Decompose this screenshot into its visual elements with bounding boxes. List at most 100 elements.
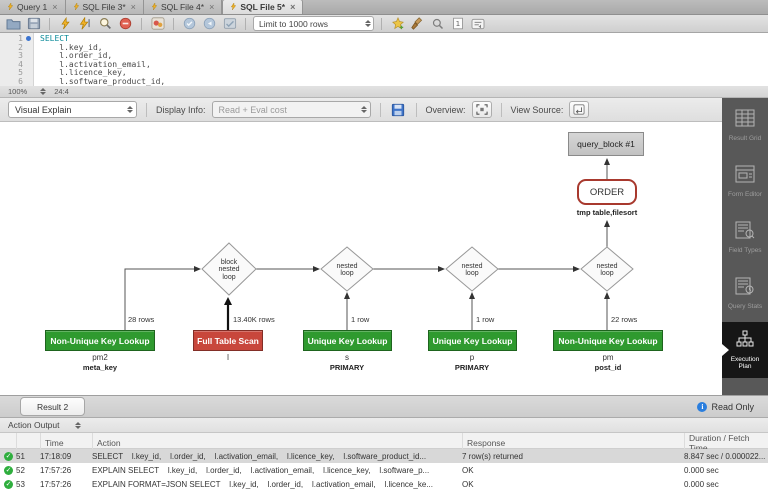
overview-button[interactable] (472, 101, 492, 118)
editor-tab[interactable]: Query 1 × (0, 0, 66, 14)
table-access-node[interactable]: Non-Unique Key Lookup (45, 330, 155, 351)
action-output-row[interactable]: ✓5117:18:09SELECT l.key_id, l.order_id, … (0, 449, 768, 463)
toggle-stop-on-error-icon[interactable] (149, 16, 166, 31)
row-time: 17:57:26 (40, 480, 92, 489)
line-number: 4 (0, 60, 33, 69)
breakpoint-marker-icon[interactable] (26, 36, 31, 41)
explain-icon[interactable] (97, 16, 114, 31)
index-name-label: post_id (563, 363, 653, 372)
action-output-rows: ✓5117:18:09SELECT l.key_id, l.order_id, … (0, 449, 768, 492)
sidebar-item-field-types[interactable]: Field Types (722, 210, 768, 266)
editor-code-area[interactable]: SELECT l.key_id, l.order_id, l.activatio… (34, 33, 165, 86)
display-info-select[interactable]: Read + Eval cost (212, 101, 371, 118)
nested-loop-node[interactable]: nested loop (321, 258, 373, 282)
editor-zoom-level[interactable]: 100% (8, 87, 27, 96)
active-panel-notch (722, 344, 729, 356)
explain-mode-select[interactable]: Visual Explain (8, 101, 137, 118)
sidebar-item-result-grid[interactable]: Result Grid (722, 98, 768, 154)
limit-rows-select[interactable]: Limit to 1000 rows (253, 16, 374, 31)
zoom-stepper-icon[interactable] (40, 88, 46, 95)
lightning-icon (230, 2, 237, 13)
editor-tab[interactable]: SQL File 4*× (144, 0, 222, 14)
explain-diagram-canvas[interactable]: query_block #1 ORDER tmp table,filesort … (0, 122, 722, 395)
form-editor-icon (735, 165, 755, 188)
editor-tab-label: SQL File 3* (83, 2, 126, 12)
sidebar-item-label: Query Stats (725, 303, 765, 311)
clean-icon[interactable] (409, 16, 426, 31)
rollback-icon[interactable] (201, 16, 218, 31)
nested-loop-node[interactable]: nested loop (581, 258, 633, 282)
query-block-label: query_block #1 (577, 139, 635, 149)
table-alias-label: l (188, 353, 268, 362)
autocommit-icon[interactable] (221, 16, 238, 31)
sidebar-item-query-stats[interactable]: Query Stats (722, 266, 768, 322)
save-explain-icon[interactable] (390, 102, 407, 117)
table-access-node[interactable]: Non-Unique Key Lookup (553, 330, 663, 351)
success-check-icon: ✓ (4, 480, 13, 489)
find-icon[interactable] (429, 16, 446, 31)
row-action: EXPLAIN SELECT l.key_id, l.order_id, l.a… (92, 466, 462, 475)
query-stats-icon (735, 277, 755, 300)
close-tab-icon[interactable]: × (52, 2, 57, 12)
main-toolbar: Limit to 1000 rows 1 (0, 15, 768, 33)
row-id: 51 (16, 452, 40, 461)
save-icon[interactable] (25, 16, 42, 31)
wrap-text-icon[interactable] (469, 16, 486, 31)
action-output-row[interactable]: ✓5317:57:26EXPLAIN FORMAT=JSON SELECT l.… (0, 477, 768, 491)
editor-tab-label: Query 1 (17, 2, 47, 12)
row-action: SELECT l.key_id, l.order_id, l.activatio… (92, 452, 462, 461)
index-name-label: PRIMARY (302, 363, 392, 372)
table-access-node[interactable]: Full Table Scan (193, 330, 263, 351)
svg-text:1: 1 (455, 19, 460, 28)
sidebar-item-label: Form Editor (725, 191, 765, 199)
display-info-label: Display Info: (156, 105, 206, 115)
action-output-row[interactable]: ✓5217:57:26EXPLAIN SELECT l.key_id, l.or… (0, 463, 768, 477)
table-alias-label: s (307, 353, 387, 362)
sql-editor[interactable]: 123456 SELECT l.key_id, l.order_id, l.ac… (0, 33, 768, 86)
close-tab-icon[interactable]: × (131, 2, 136, 12)
order-label: ORDER (590, 187, 624, 198)
table-alias-label: pm (568, 353, 648, 362)
sidebar-item-execution-plan[interactable]: Execution Plan (722, 322, 768, 378)
editor-tab[interactable]: SQL File 3* × (66, 0, 144, 14)
query-block-node[interactable]: query_block #1 (568, 132, 644, 156)
result-tab[interactable]: Result 2 (20, 397, 85, 416)
nested-loop-node[interactable]: block nested loop (201, 252, 257, 288)
select-stepper-icon (127, 106, 133, 113)
view-source-button[interactable] (569, 101, 589, 118)
code-line: l.software_product_id, (40, 77, 165, 86)
info-icon[interactable]: i (697, 402, 707, 412)
overview-label: Overview: (426, 105, 466, 115)
close-tab-icon[interactable]: × (209, 2, 214, 12)
editor-tab[interactable]: SQL File 5* × (222, 0, 303, 14)
row-action: EXPLAIN FORMAT=JSON SELECT l.key_id, l.o… (92, 480, 462, 489)
sidebar-item-form-editor[interactable]: Form Editor (722, 154, 768, 210)
open-file-icon[interactable] (5, 16, 22, 31)
sidebar-item-label: Field Types (725, 247, 765, 255)
lightning-icon (151, 2, 158, 13)
row-duration: 8.847 sec / 0.000022... (684, 452, 768, 461)
editor-tab-label: SQL File 5* (240, 2, 285, 12)
invisible-chars-icon[interactable]: 1 (449, 16, 466, 31)
line-number: 6 (0, 77, 33, 86)
line-number: 5 (0, 68, 33, 77)
close-tab-icon[interactable]: × (290, 2, 295, 12)
explain-mode-value: Visual Explain (15, 105, 71, 115)
cursor-position: 24:4 (54, 87, 69, 96)
beautify-icon[interactable] (389, 16, 406, 31)
editor-tab-bar: Query 1×SQL File 3*×SQL File 4*×SQL File… (0, 0, 768, 15)
mysql-workbench-window: Query 1×SQL File 3*×SQL File 4*×SQL File… (0, 0, 768, 492)
row-id: 53 (16, 480, 40, 489)
commit-icon[interactable] (181, 16, 198, 31)
action-output-selector-icon[interactable] (75, 422, 81, 429)
order-node[interactable]: ORDER (577, 179, 637, 205)
execute-current-icon[interactable] (77, 16, 94, 31)
display-info-value: Read + Eval cost (219, 105, 287, 115)
index-name-label: meta_key (55, 363, 145, 372)
nested-loop-node[interactable]: nested loop (446, 258, 498, 282)
table-access-node[interactable]: Unique Key Lookup (428, 330, 517, 351)
table-access-node[interactable]: Unique Key Lookup (303, 330, 392, 351)
execute-icon[interactable] (57, 16, 74, 31)
stop-icon[interactable] (117, 16, 134, 31)
row-response: 7 row(s) returned (462, 452, 684, 461)
